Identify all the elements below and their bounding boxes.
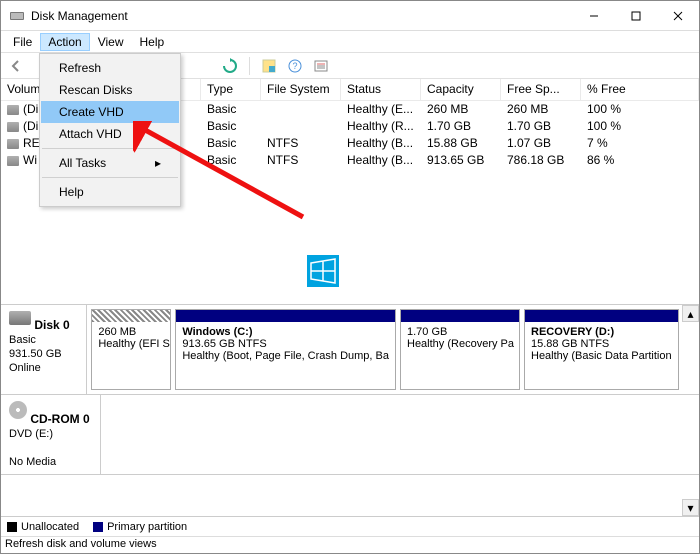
chevron-right-icon: ▸ — [155, 156, 161, 170]
minimize-button[interactable] — [573, 1, 615, 31]
menu-view[interactable]: View — [90, 33, 132, 51]
menu-help[interactable]: Help — [132, 33, 173, 51]
disk-type: Basic — [9, 334, 36, 346]
menu-attach-vhd[interactable]: Attach VHD — [41, 123, 179, 145]
menu-create-vhd[interactable]: Create VHD — [41, 101, 179, 123]
disk-size: 931.50 GB — [9, 348, 62, 360]
disk-row[interactable]: CD-ROM 0 DVD (E:) No Media — [1, 395, 699, 475]
menu-refresh[interactable]: Refresh — [41, 57, 179, 79]
col-free[interactable]: Free Sp... — [501, 79, 581, 100]
close-button[interactable] — [657, 1, 699, 31]
cdrom-icon — [9, 401, 27, 419]
properties-icon[interactable] — [310, 55, 332, 77]
disk-row[interactable]: Disk 0 Basic 931.50 GB Online 260 MBHeal… — [1, 305, 699, 395]
partition[interactable]: 260 MBHealthy (EFI Sy — [91, 309, 171, 390]
partition[interactable]: 1.70 GBHealthy (Recovery Pa — [400, 309, 520, 390]
disk-graphical-pane: ▴ Disk 0 Basic 931.50 GB Online 260 MBHe… — [1, 305, 699, 536]
cdrom-name: CD-ROM 0 — [30, 412, 89, 426]
menu-action[interactable]: Action — [40, 33, 89, 51]
col-filesystem[interactable]: File System — [261, 79, 341, 100]
scroll-up-button[interactable]: ▴ — [682, 305, 699, 322]
cdrom-info: CD-ROM 0 DVD (E:) No Media — [1, 395, 101, 474]
menu-rescan-disks[interactable]: Rescan Disks — [41, 79, 179, 101]
partition[interactable]: RECOVERY (D:)15.88 GB NTFSHealthy (Basic… — [524, 309, 679, 390]
disk-icon — [9, 311, 31, 325]
volume-icon — [7, 105, 19, 115]
window-title: Disk Management — [31, 9, 573, 23]
title-bar: Disk Management — [1, 1, 699, 31]
legend-primary: Primary partition — [107, 521, 187, 533]
back-button[interactable] — [5, 55, 27, 77]
menu-all-tasks[interactable]: All Tasks▸ — [41, 152, 179, 174]
status-bar: Refresh disk and volume views — [1, 536, 699, 553]
menu-file[interactable]: File — [5, 33, 40, 51]
cdrom-type: DVD (E:) — [9, 428, 53, 440]
legend-unallocated: Unallocated — [21, 521, 79, 533]
action-dropdown: Refresh Rescan Disks Create VHD Attach V… — [39, 53, 181, 207]
settings-icon[interactable] — [258, 55, 280, 77]
volume-icon — [7, 139, 19, 149]
maximize-button[interactable] — [615, 1, 657, 31]
menu-bar: File Action View Help — [1, 31, 699, 53]
col-percent-free[interactable]: % Free — [581, 79, 699, 100]
help-icon[interactable]: ? — [284, 55, 306, 77]
volume-icon — [7, 122, 19, 132]
app-icon — [9, 8, 25, 24]
disk-name: Disk 0 — [34, 318, 69, 332]
windows-logo-icon — [307, 255, 339, 287]
partition[interactable]: Windows (C:)913.65 GB NTFSHealthy (Boot,… — [175, 309, 396, 390]
col-status[interactable]: Status — [341, 79, 421, 100]
volume-icon — [7, 156, 19, 166]
disk-state: Online — [9, 362, 41, 374]
cdrom-state: No Media — [9, 456, 56, 468]
legend: Unallocated Primary partition — [1, 516, 699, 536]
refresh-icon[interactable] — [219, 55, 241, 77]
col-type[interactable]: Type — [201, 79, 261, 100]
svg-text:?: ? — [292, 61, 297, 71]
disk-info: Disk 0 Basic 931.50 GB Online — [1, 305, 87, 394]
menu-help-item[interactable]: Help — [41, 181, 179, 203]
col-capacity[interactable]: Capacity — [421, 79, 501, 100]
scroll-down-button[interactable]: ▾ — [682, 499, 699, 516]
